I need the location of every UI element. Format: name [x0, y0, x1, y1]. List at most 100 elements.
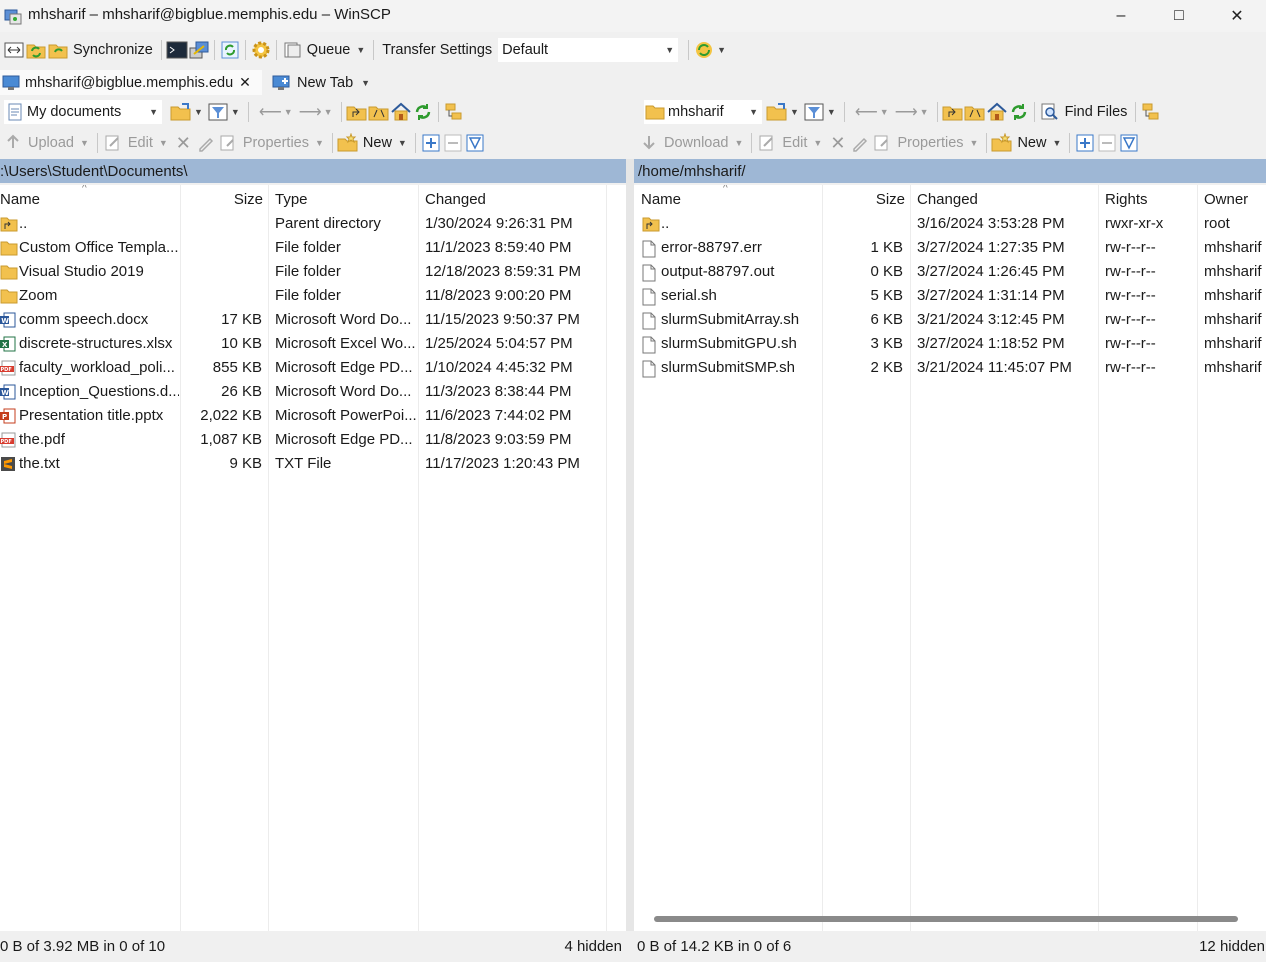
find-files-icon[interactable] — [1039, 101, 1061, 123]
open-directory-icon[interactable] — [766, 101, 788, 123]
chevron-down-icon[interactable]: ▼ — [790, 107, 799, 117]
queue-button[interactable]: Queue — [307, 42, 351, 58]
new-button[interactable]: New — [1017, 135, 1046, 151]
new-button[interactable]: New — [363, 135, 392, 151]
table-row[interactable]: slurmSubmitArray.sh 6 KB 3/21/2024 3:12:45… — [634, 308, 1266, 332]
parent-directory-icon[interactable] — [346, 101, 368, 123]
table-row[interactable]: .. Parent directory 1/30/2024 9:26:31 PM — [0, 212, 606, 236]
close-tab-icon[interactable]: ✕ — [239, 74, 251, 91]
back-arrow-icon[interactable]: ⟵ — [259, 102, 282, 122]
chevron-down-icon[interactable]: ▼ — [398, 138, 407, 148]
properties-icon[interactable] — [871, 132, 893, 154]
queue-icon[interactable] — [281, 39, 303, 61]
horizontal-scrollbar[interactable] — [654, 916, 1238, 922]
transfer-settings-select[interactable]: Default ▼ — [498, 38, 679, 62]
edit-icon[interactable] — [102, 132, 124, 154]
column-header-size[interactable]: Size — [180, 185, 263, 213]
chevron-down-icon[interactable]: ▼ — [1052, 138, 1061, 148]
minimize-button[interactable]: – — [1092, 0, 1150, 32]
table-row[interactable]: W Inception_Questions.d... 26 KB Microsoft … — [0, 380, 606, 404]
new-item-icon[interactable] — [991, 132, 1013, 154]
rename-icon[interactable] — [195, 132, 217, 154]
preferences-gear-icon[interactable] — [250, 39, 272, 61]
unselect-minus-icon[interactable] — [442, 132, 464, 154]
table-row[interactable]: Wcomm speech.docx 17 KB Microsoft Word Do.… — [0, 308, 606, 332]
column-header-type[interactable]: Type — [275, 185, 415, 213]
download-icon[interactable] — [638, 132, 660, 154]
putty-icon[interactable] — [188, 39, 210, 61]
chevron-down-icon[interactable]: ▼ — [717, 45, 726, 55]
table-row[interactable]: output-88797.out 0 KB 3/27/2024 1:26:45 PM… — [634, 260, 1266, 284]
chevron-down-icon[interactable]: ▼ — [361, 78, 370, 88]
tab-session[interactable]: mhsharif@bigblue.memphis.edu ✕ — [0, 70, 262, 95]
table-row[interactable]: PDF the.pdf 1,087 KB Microsoft Edge PD... 11… — [0, 428, 606, 452]
table-row[interactable]: Custom Office Templa... File folder 11/1/2… — [0, 236, 606, 260]
table-row[interactable]: serial.sh 5 KB 3/27/2024 1:31:14 PM rw-r--r… — [634, 284, 1266, 308]
terminal-icon[interactable] — [166, 39, 188, 61]
properties-button[interactable]: Properties — [243, 135, 309, 151]
table-row[interactable]: error-88797.err 1 KB 3/27/2024 1:27:35 PM r… — [634, 236, 1266, 260]
column-header-changed[interactable]: Changed — [917, 185, 1097, 213]
delete-icon[interactable]: ✕ — [176, 133, 191, 154]
pane-splitter[interactable] — [626, 159, 634, 931]
rename-icon[interactable] — [849, 132, 871, 154]
edit-button[interactable]: Edit — [782, 135, 807, 151]
table-row[interactable]: slurmSubmitSMP.sh 2 KB 3/21/2024 11:45:07 … — [634, 356, 1266, 380]
table-row[interactable]: Zoom File folder 11/8/2023 9:00:20 PM — [0, 284, 606, 308]
home-directory-icon[interactable] — [390, 101, 412, 123]
right-path-bar[interactable]: /home/mhsharif/ — [634, 159, 1266, 183]
tree-view-icon[interactable] — [443, 101, 465, 123]
select-all-icon[interactable] — [464, 132, 486, 154]
forward-arrow-icon[interactable]: ⟶ — [299, 102, 322, 122]
synchronize-icon[interactable] — [47, 39, 69, 61]
back-arrow-icon[interactable]: ⟵ — [855, 102, 878, 122]
chevron-down-icon[interactable]: ▼ — [665, 45, 674, 55]
tab-new[interactable]: New Tab ▼ — [270, 70, 380, 95]
chevron-down-icon[interactable]: ▼ — [194, 107, 203, 117]
new-item-icon[interactable] — [337, 132, 359, 154]
properties-icon[interactable] — [217, 132, 239, 154]
delete-icon[interactable]: ✕ — [830, 133, 845, 154]
left-path-bar[interactable]: :\Users\Student\Documents\ — [0, 159, 626, 183]
chevron-down-icon[interactable]: ▼ — [149, 107, 158, 117]
left-location-select[interactable]: My documents ▼ — [4, 100, 162, 124]
chevron-down-icon[interactable]: ▼ — [735, 138, 744, 148]
synchronize-button[interactable]: Synchronize — [73, 42, 153, 58]
right-location-select[interactable]: mhsharif ▼ — [644, 100, 762, 124]
chevron-down-icon[interactable]: ▼ — [970, 138, 979, 148]
find-files-button[interactable]: Find Files — [1065, 104, 1128, 120]
unselect-minus-icon[interactable] — [1096, 132, 1118, 154]
select-plus-icon[interactable] — [420, 132, 442, 154]
column-header-name[interactable]: Name ^ — [641, 185, 821, 213]
table-row[interactable]: PDF faculty_workload_poli... 855 KB Microso… — [0, 356, 606, 380]
synchronize-browsing-icon[interactable] — [25, 39, 47, 61]
table-row[interactable]: slurmSubmitGPU.sh 3 KB 3/27/2024 1:18:52 P… — [634, 332, 1266, 356]
table-row[interactable]: the.txt 9 KB TXT File 11/17/2023 1:20:43 PM — [0, 452, 606, 476]
chevron-down-icon[interactable]: ▼ — [284, 107, 293, 117]
root-directory-icon[interactable] — [368, 101, 390, 123]
chevron-down-icon[interactable]: ▼ — [315, 138, 324, 148]
upload-icon[interactable] — [2, 132, 24, 154]
parent-directory-icon[interactable] — [942, 101, 964, 123]
table-row[interactable]: .. 3/16/2024 3:53:28 PM rwxr-xr-x root — [634, 212, 1266, 236]
refresh-icon[interactable] — [1008, 101, 1030, 123]
edit-icon[interactable] — [756, 132, 778, 154]
table-row[interactable]: P Presentation title.pptx 2,022 KB Microsof… — [0, 404, 606, 428]
chevron-down-icon[interactable]: ▼ — [827, 107, 836, 117]
refresh-queue-icon[interactable] — [219, 39, 241, 61]
select-plus-icon[interactable] — [1074, 132, 1096, 154]
properties-button[interactable]: Properties — [897, 135, 963, 151]
forward-arrow-icon[interactable]: ⟶ — [895, 102, 918, 122]
reconnect-icon[interactable] — [693, 39, 715, 61]
chevron-down-icon[interactable]: ▼ — [159, 138, 168, 148]
table-row[interactable]: Visual Studio 2019 File folder 12/18/2023 … — [0, 260, 606, 284]
column-header-name[interactable]: Name ^ — [0, 185, 180, 213]
compare-directories-icon[interactable] — [3, 39, 25, 61]
chevron-down-icon[interactable]: ▼ — [356, 45, 365, 55]
chevron-down-icon[interactable]: ▼ — [880, 107, 889, 117]
filter-icon[interactable] — [803, 101, 825, 123]
select-all-icon[interactable] — [1118, 132, 1140, 154]
chevron-down-icon[interactable]: ▼ — [80, 138, 89, 148]
column-header-rights[interactable]: Rights — [1105, 185, 1195, 213]
column-header-owner[interactable]: Owner — [1204, 185, 1266, 213]
